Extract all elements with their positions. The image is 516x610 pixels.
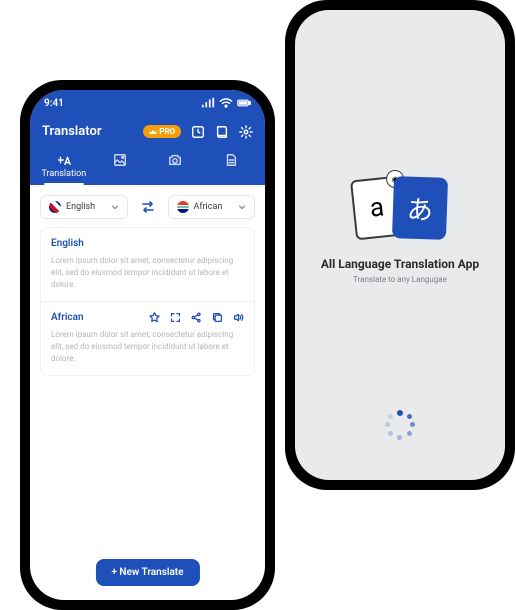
app-title: Translator [42, 124, 102, 139]
status-bar: 9:41 [30, 90, 265, 116]
tab-bar: Translation [30, 147, 265, 185]
result-toolbar [149, 312, 244, 323]
source-lang-label: English [51, 238, 84, 249]
pro-badge[interactable]: PRO [143, 125, 181, 138]
loading-spinner [385, 410, 415, 440]
wifi-icon [219, 96, 233, 110]
tab-document[interactable] [205, 147, 257, 185]
history-icon[interactable] [191, 125, 205, 139]
target-language-select[interactable]: African [168, 195, 256, 219]
star-icon[interactable] [149, 312, 160, 323]
phone-splash: a ◉ あ All Language Translation App Trans… [285, 0, 515, 490]
screen-splash: a ◉ あ All Language Translation App Trans… [295, 10, 505, 480]
expand-icon[interactable] [170, 312, 181, 323]
translation-card: English Lorem ipsum dolor sit amet, cons… [40, 227, 255, 376]
splash-subtitle: Translate to any Langugae [353, 275, 447, 284]
speaker-icon[interactable] [233, 312, 244, 323]
source-text[interactable]: Lorem ipsum dolor sit amet, consectetur … [51, 255, 244, 291]
battery-icon [237, 96, 251, 110]
tab-translation[interactable]: Translation [38, 147, 90, 185]
phone-translator: 9:41 Translator PRO Translation [20, 80, 275, 610]
swap-languages-button[interactable] [136, 195, 160, 219]
header-actions: PRO [143, 125, 253, 139]
logo-tile-b: あ [392, 176, 448, 240]
app-header: Translator PRO [30, 116, 265, 147]
gear-icon[interactable] [239, 125, 253, 139]
status-time: 9:41 [44, 98, 64, 109]
source-language-select[interactable]: English [40, 195, 128, 219]
crown-icon [149, 128, 157, 136]
flag-za-icon [177, 201, 189, 213]
screen-translator: 9:41 Translator PRO Translation [30, 90, 265, 600]
divider [41, 301, 254, 302]
chevron-down-icon [238, 203, 246, 211]
main-content: English African English Lorem ipsum dolo… [30, 185, 265, 376]
language-selector-row: English African [40, 195, 255, 219]
tab-image[interactable] [94, 147, 146, 185]
copy-icon[interactable] [212, 312, 223, 323]
splash-title: All Language Translation App [321, 257, 479, 271]
app-logo: a ◉ あ [353, 177, 447, 239]
target-text: Lorem ipsum dolor sit amet, consectetur … [51, 329, 244, 365]
target-lang-label: African [51, 312, 84, 323]
share-icon[interactable] [191, 312, 202, 323]
signal-icon [201, 96, 215, 110]
book-icon[interactable] [215, 125, 229, 139]
status-icons [201, 96, 251, 110]
new-translate-button[interactable]: + New Translate [95, 559, 199, 586]
tab-camera[interactable] [150, 147, 202, 185]
chevron-down-icon [111, 203, 119, 211]
flag-uk-icon [49, 201, 61, 213]
